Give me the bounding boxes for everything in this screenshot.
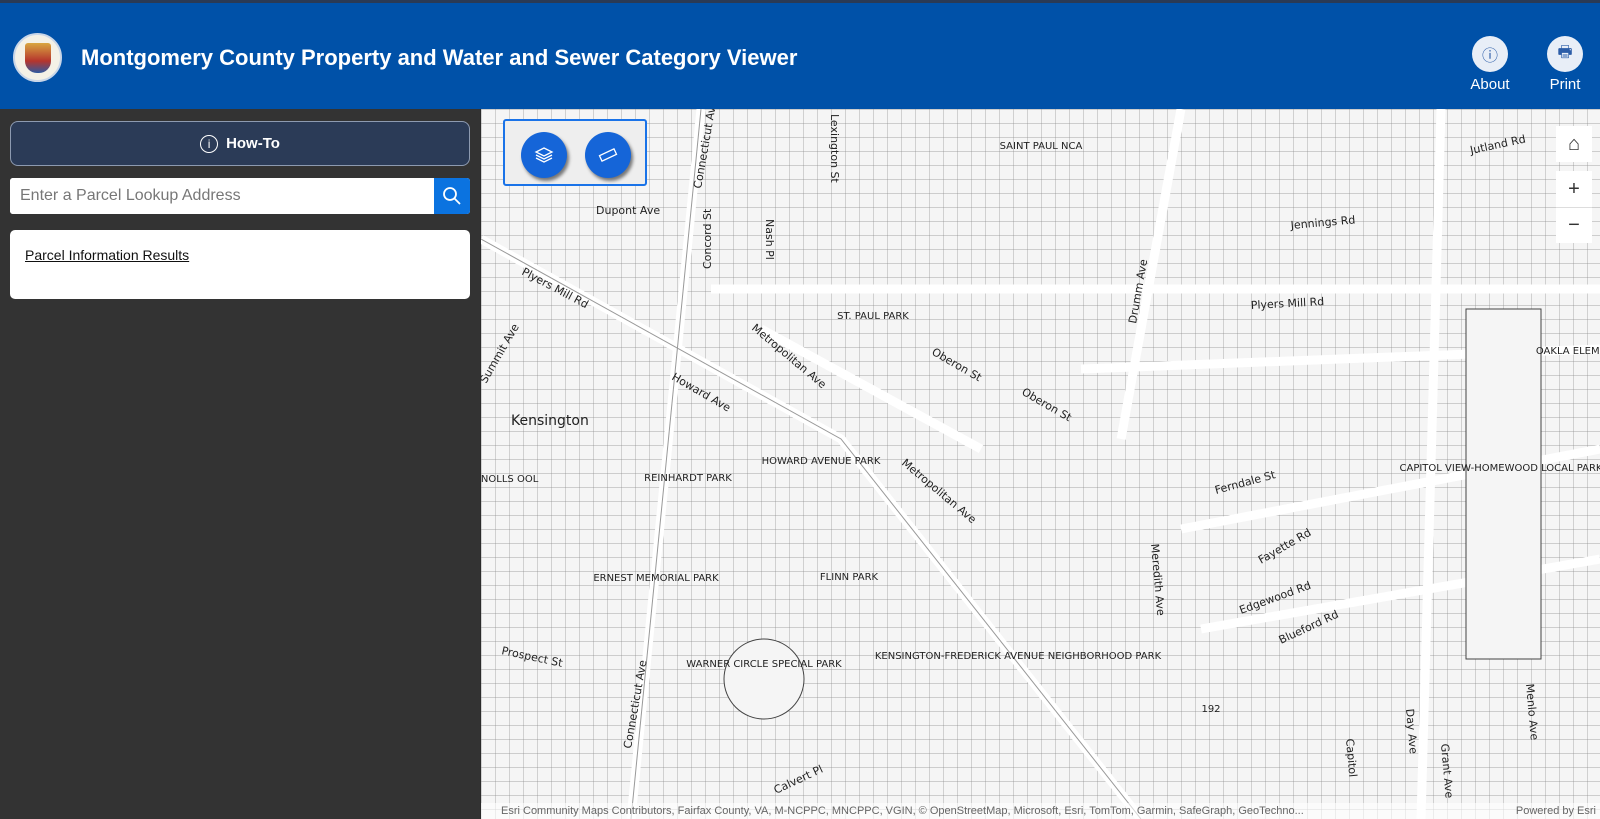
park-label: REINHARDT PARK	[644, 473, 732, 484]
park-label: KENSINGTON-FREDERICK AVENUE NEIGHBORHOOD…	[875, 651, 1162, 662]
plus-icon: +	[1568, 177, 1580, 200]
street-label: Dupont Ave	[596, 204, 660, 217]
map-tools-panel	[503, 119, 647, 186]
street-label: Lexington St	[828, 114, 841, 184]
park-label: HOWARD AVENUE PARK	[762, 456, 881, 467]
place-label: Kensington	[511, 413, 589, 429]
info-icon: ⓘ	[1472, 36, 1508, 72]
how-to-button[interactable]: i How-To	[10, 121, 470, 166]
park-label: WARNER CIRCLE SPECIAL PARK	[686, 659, 842, 670]
street-label: Nash Pl	[763, 219, 776, 260]
print-button[interactable]: 🖶 Print	[1540, 36, 1590, 93]
zoom-in-button[interactable]: +	[1556, 171, 1592, 207]
ruler-icon	[598, 148, 618, 162]
measure-button[interactable]	[585, 132, 631, 178]
route-label: 192	[1201, 704, 1220, 715]
zoom-out-button[interactable]: −	[1556, 207, 1592, 243]
park-label: CAPITOL VIEW-HOMEWOOD LOCAL PARK	[1400, 463, 1600, 474]
about-button[interactable]: ⓘ About	[1465, 36, 1515, 93]
home-button[interactable]: ⌂	[1556, 126, 1592, 162]
park-label: N KNOLLS OOL	[481, 474, 539, 485]
app-header: Montgomery County Property and Water and…	[0, 0, 1600, 109]
layers-icon	[534, 147, 554, 163]
park-label: FLINN PARK	[820, 572, 879, 583]
about-label: About	[1470, 76, 1510, 93]
park-label: OAKLA ELEM SC	[1536, 346, 1600, 357]
street-label: Concord St	[701, 208, 714, 269]
map-view[interactable]: Plyers Mill Rd Plyers Mill Rd Dupont Ave…	[481, 109, 1600, 819]
app-title: Montgomery County Property and Water and…	[81, 45, 798, 70]
park-label: ST. PAUL PARK	[837, 311, 909, 322]
basemap: Plyers Mill Rd Plyers Mill Rd Dupont Ave…	[481, 109, 1600, 819]
search-button[interactable]	[434, 178, 470, 214]
attribution-text: Esri Community Maps Contributors, Fairfa…	[501, 805, 1304, 817]
search-icon	[443, 187, 461, 205]
parcel-results-panel: Parcel Information Results	[10, 230, 470, 299]
parcel-address-input[interactable]	[10, 178, 434, 214]
home-icon: ⌂	[1567, 132, 1581, 155]
printer-icon: 🖶	[1547, 36, 1583, 72]
park-label: SAINT PAUL NCA	[1000, 141, 1083, 152]
layers-button[interactable]	[521, 132, 567, 178]
minus-icon: −	[1568, 214, 1580, 236]
park-label: ERNEST MEMORIAL PARK	[593, 573, 719, 584]
sidebar: i How-To Parcel Information Results	[0, 109, 480, 819]
how-to-label: How-To	[226, 135, 280, 152]
county-seal-logo	[13, 33, 62, 82]
parcel-results-title[interactable]: Parcel Information Results	[25, 247, 189, 263]
parcel-search	[10, 178, 470, 214]
powered-by-esri-link[interactable]: Powered by Esri	[1516, 803, 1596, 819]
info-icon: i	[200, 134, 219, 153]
print-label: Print	[1549, 76, 1581, 93]
map-attribution[interactable]: Esri Community Maps Contributors, Fairfa…	[481, 803, 1600, 819]
